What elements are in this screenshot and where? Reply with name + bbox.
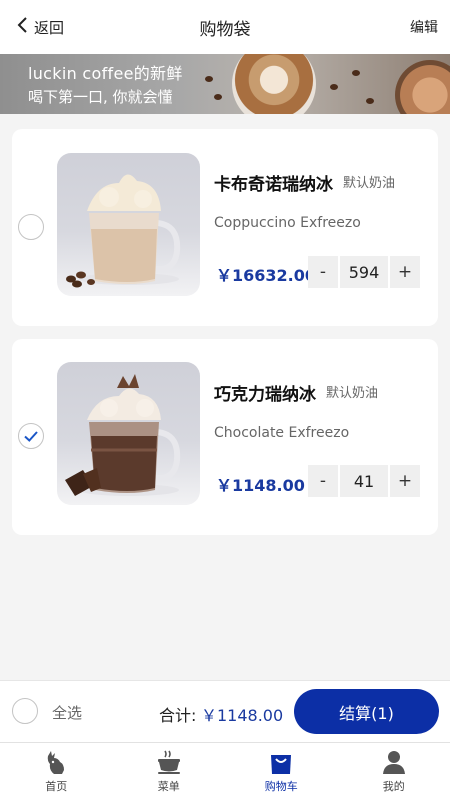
select-all-checkbox[interactable]	[12, 698, 38, 724]
coffee-cup-icon	[157, 750, 180, 774]
banner-headline: luckin coffee的新鲜	[28, 64, 183, 83]
shopping-bag-icon	[271, 755, 292, 774]
edit-button[interactable]: 编辑	[410, 0, 438, 54]
header-bar: 返回 购物袋 编辑	[0, 0, 450, 54]
tab-menu[interactable]: 菜单	[113, 743, 226, 800]
user-icon	[382, 751, 405, 774]
quantity-value[interactable]: 41	[340, 465, 388, 497]
banner-subline: 喝下第一口, 你就会懂	[28, 88, 173, 106]
tab-cart[interactable]: 购物车	[225, 743, 338, 800]
increase-quantity-button[interactable]: +	[390, 256, 420, 288]
product-image-chocolate[interactable]	[57, 362, 200, 505]
total-amount: ￥1148.00	[201, 706, 284, 725]
coffee-bean-decoration	[205, 76, 213, 82]
coffee-bean-decoration	[330, 84, 338, 90]
tab-label: 购物车	[264, 780, 298, 793]
product-image-cappuccino[interactable]	[57, 153, 200, 296]
decrease-quantity-button[interactable]: -	[308, 465, 338, 497]
item-select-checkbox[interactable]	[18, 214, 44, 240]
quantity-value[interactable]: 594	[340, 256, 388, 288]
chevron-left-icon	[16, 16, 30, 38]
coffee-cup-image	[395, 60, 450, 114]
checkout-bar: 全选 合计: ￥1148.00 结算(1)	[0, 680, 450, 742]
product-option-tag: 默认奶油	[326, 386, 379, 401]
product-name: 卡布奇诺瑞纳冰	[214, 175, 333, 195]
checkout-button[interactable]: 结算(1)	[294, 689, 439, 734]
product-english-name: Chocolate Exfreezo	[214, 425, 350, 441]
product-price: ￥16632.00	[216, 266, 317, 285]
product-english-name: Coppuccino Exfreezo	[214, 215, 361, 231]
quantity-stepper: - 594 +	[308, 256, 428, 288]
quantity-stepper: - 41 +	[308, 465, 428, 497]
promo-banner[interactable]: luckin coffee的新鲜 喝下第一口, 你就会懂	[0, 54, 450, 114]
cart-item-card: 巧克力瑞纳冰 默认奶油 Chocolate Exfreezo ￥1148.00 …	[12, 339, 438, 535]
latte-art-cup-image	[232, 54, 316, 114]
item-select-checkbox[interactable]	[18, 423, 44, 449]
coffee-bean-decoration	[366, 98, 374, 104]
total-label: 合计:	[159, 706, 197, 725]
deer-logo-icon	[48, 751, 65, 774]
bottom-tab-bar: 首页 菜单 购物车 我的	[0, 742, 450, 800]
check-icon	[24, 431, 38, 442]
select-all-label[interactable]: 全选	[52, 702, 82, 723]
tab-label: 我的	[382, 780, 405, 793]
back-label: 返回	[34, 18, 65, 37]
product-option-tag: 默认奶油	[343, 176, 396, 191]
increase-quantity-button[interactable]: +	[390, 465, 420, 497]
page-title: 购物袋	[199, 19, 251, 40]
decrease-quantity-button[interactable]: -	[308, 256, 338, 288]
cart-item-card: 卡布奇诺瑞纳冰 默认奶油 Coppuccino Exfreezo ￥16632.…	[12, 129, 438, 326]
tab-label: 菜单	[157, 780, 180, 793]
product-price: ￥1148.00	[216, 476, 305, 495]
back-button[interactable]: 返回	[16, 0, 64, 54]
tab-home[interactable]: 首页	[0, 743, 113, 800]
product-name: 巧克力瑞纳冰	[214, 385, 316, 405]
tab-profile[interactable]: 我的	[338, 743, 450, 800]
coffee-bean-decoration	[352, 70, 360, 76]
tab-label: 首页	[45, 780, 68, 793]
coffee-bean-decoration	[214, 94, 222, 100]
